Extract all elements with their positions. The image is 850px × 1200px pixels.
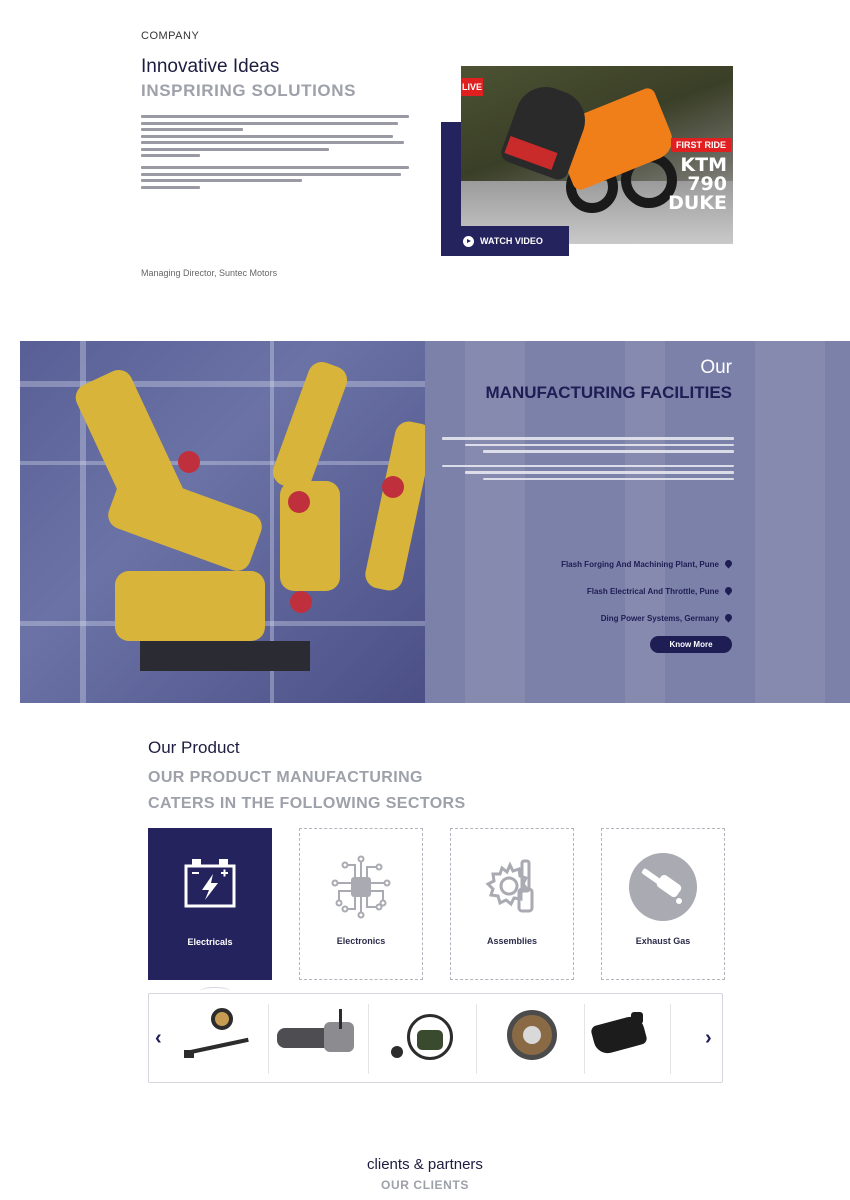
factory-robot-image <box>20 341 425 703</box>
location-pin-icon <box>725 587 732 596</box>
product-thumb-stator[interactable] <box>485 1004 585 1074</box>
facility-item[interactable]: Flash Electrical And Throttle, Pune <box>561 578 732 605</box>
sector-card-exhaust-gas[interactable]: Exhaust Gas <box>601 828 725 980</box>
product-thumb-wiper-motor[interactable] <box>269 1004 369 1074</box>
facility-label: Ding Power Systems, Germany <box>600 614 719 623</box>
watch-video-button[interactable]: WATCH VIDEO <box>441 226 569 256</box>
section-eyebrow-company: COMPANY <box>141 30 200 42</box>
facility-item[interactable]: Ding Power Systems, Germany <box>561 605 732 632</box>
products-title-line: OUR PRODUCT MANUFACTURING <box>148 769 423 786</box>
manufacturing-eyebrow: Our <box>700 357 732 378</box>
sector-label: Exhaust Gas <box>635 936 691 946</box>
sector-label: Electricals <box>187 937 233 947</box>
sector-card-electricals[interactable]: Electricals <box>148 828 272 980</box>
facility-label: Flash Forging And Machining Plant, Pune <box>561 560 719 569</box>
location-pin-icon <box>725 614 732 623</box>
sector-card-electronics[interactable]: Electronics <box>299 828 423 980</box>
product-carousel: ‹ › <box>148 993 723 1083</box>
product-thumb-bracket[interactable] <box>571 1004 671 1074</box>
live-badge: LIVE <box>461 78 483 96</box>
circuit-chip-icon <box>331 855 391 919</box>
bike-model-text: KTM 790 DUKE <box>668 154 727 214</box>
video-thumbnail[interactable]: LIVE FIRST RIDE KTM 790 DUKE <box>461 66 733 244</box>
battery-icon <box>184 859 236 908</box>
first-ride-tag: FIRST RIDE <box>670 138 731 152</box>
gear-wrench-icon <box>485 859 534 913</box>
facility-label: Flash Electrical And Throttle, Pune <box>586 587 719 596</box>
watch-video-label: WATCH VIDEO <box>480 236 543 246</box>
facility-item[interactable]: Flash Forging And Machining Plant, Pune <box>561 551 732 578</box>
products-title-line: CATERS IN THE FOLLOWING SECTORS <box>148 795 466 812</box>
company-title: Innovative Ideas <box>141 56 280 77</box>
clients-title: OUR CLIENTS <box>381 1178 469 1192</box>
clients-eyebrow: clients & partners <box>367 1156 483 1173</box>
sector-label: Assemblies <box>486 936 538 946</box>
location-pin-icon <box>725 560 732 569</box>
sector-card-assemblies[interactable]: Assemblies <box>450 828 574 980</box>
product-thumb-throttle-sensor[interactable] <box>377 1004 477 1074</box>
carousel-next-button[interactable]: › <box>705 1027 712 1050</box>
manufacturing-title: MANUFACTURING FACILITIES <box>485 383 733 402</box>
play-icon <box>463 235 474 247</box>
product-thumb-sensor[interactable] <box>169 1004 269 1074</box>
carousel-prev-button[interactable]: ‹ <box>155 1027 162 1050</box>
company-description <box>141 115 409 198</box>
products-title: OUR PRODUCT MANUFACTURING CATERS IN THE … <box>148 765 466 817</box>
products-eyebrow: Our Product <box>148 738 240 757</box>
sector-label: Electronics <box>336 936 386 946</box>
know-more-button[interactable]: Know More <box>650 636 732 653</box>
company-signature: Managing Director, Suntec Motors <box>141 268 278 278</box>
facility-list: Flash Forging And Machining Plant, Pune … <box>561 551 732 632</box>
manufacturing-description <box>442 437 734 484</box>
exhaust-pipe-icon <box>629 853 697 921</box>
company-subtitle: INSPRIRING SOLUTIONS <box>141 81 357 100</box>
video-card[interactable]: LIVE FIRST RIDE KTM 790 DUKE WATCH VIDEO <box>441 66 733 256</box>
